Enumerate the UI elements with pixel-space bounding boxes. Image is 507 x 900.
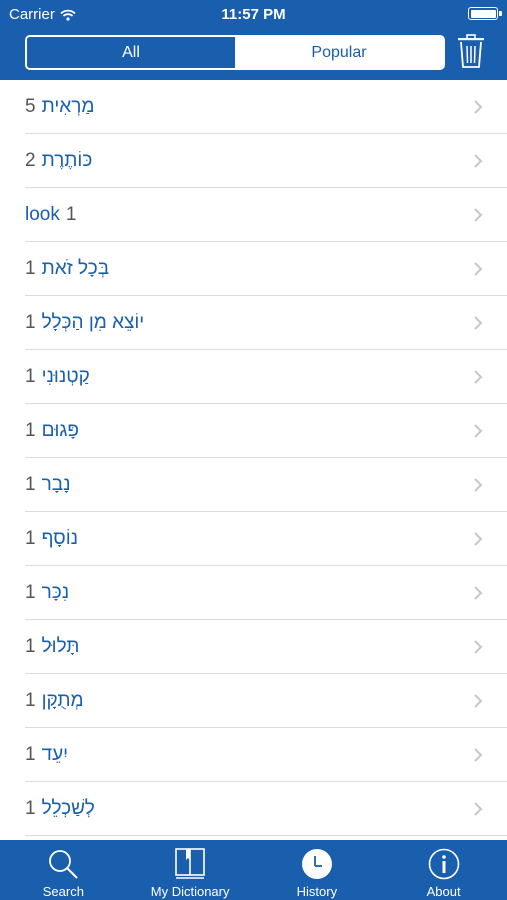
history-row[interactable]: 2 כּוֹתֶרֶת — [0, 134, 507, 188]
lookup-count: 1 — [25, 474, 36, 495]
chevron-right-icon — [474, 154, 483, 168]
trash-icon[interactable] — [456, 34, 486, 68]
lookup-count: 1 — [25, 312, 36, 333]
history-row[interactable]: 1 נָבָר — [0, 458, 507, 512]
tab-history-label: History — [296, 884, 338, 899]
info-icon — [428, 848, 459, 880]
chevron-right-icon — [474, 316, 483, 330]
chevron-right-icon — [474, 424, 483, 438]
lookup-count: 1 — [25, 798, 36, 819]
history-word: נִכָּר — [41, 582, 70, 603]
history-word: לְשַׁכְלֵל — [41, 798, 95, 819]
tab-search-label: Search — [42, 884, 84, 899]
clock-icon — [301, 849, 332, 879]
history-row[interactable]: 1 תָּלוּל — [0, 620, 507, 674]
history-row[interactable]: 5 מַרְאִית — [0, 80, 507, 134]
chevron-right-icon — [474, 478, 483, 492]
chevron-right-icon — [474, 370, 483, 384]
history-row[interactable]: 1 יִעֵד — [0, 728, 507, 782]
history-word: יוֹצֵא מִן הַכְּלָל — [41, 312, 145, 333]
battery-icon — [468, 7, 502, 20]
history-word: מַרְאִית — [41, 96, 95, 117]
tab-about[interactable]: About — [380, 840, 507, 900]
history-list: 5 מַרְאִית 2 כּוֹתֶרֶת look 1 1 בְּכָל זֹאת … — [0, 80, 507, 840]
history-row[interactable]: look 1 — [0, 188, 507, 242]
history-word: תָּלוּל — [41, 636, 80, 657]
search-icon — [49, 850, 79, 879]
history-row[interactable]: 1 פָּגוּם — [0, 404, 507, 458]
lookup-count: 1 — [25, 636, 36, 657]
navigation-header: Carrier 11:57 PM All Popular — [0, 0, 507, 80]
lookup-count: 5 — [25, 96, 36, 117]
tab-search[interactable]: Search — [0, 840, 127, 900]
history-row[interactable]: 1 מְתֻקָּן — [0, 674, 507, 728]
lookup-count: 1 — [25, 420, 36, 441]
history-row[interactable]: 1 בְּכָל זֹאת — [0, 242, 507, 296]
chevron-right-icon — [474, 208, 483, 222]
history-word: מְתֻקָּן — [41, 690, 84, 711]
history-word: look — [25, 204, 60, 225]
segment-popular[interactable]: Popular — [235, 37, 443, 68]
segment-all[interactable]: All — [27, 37, 235, 68]
tab-bar: Search My Dictionary History About — [0, 840, 507, 900]
book-icon — [175, 848, 205, 879]
chevron-right-icon — [474, 262, 483, 276]
tab-my-dictionary[interactable]: My Dictionary — [127, 840, 254, 900]
history-word: בְּכָל זֹאת — [41, 258, 110, 279]
history-word: נוֹסָף — [41, 528, 79, 549]
history-word: יִעֵד — [41, 744, 69, 765]
status-bar: Carrier 11:57 PM — [0, 0, 507, 28]
history-row[interactable]: 1 נִכָּר — [0, 566, 507, 620]
chevron-right-icon — [474, 586, 483, 600]
tab-my-dictionary-label: My Dictionary — [150, 884, 230, 899]
chevron-right-icon — [474, 802, 483, 816]
history-word: פָּגוּם — [41, 420, 80, 441]
tab-history[interactable]: History — [254, 840, 381, 900]
chevron-right-icon — [474, 532, 483, 546]
chevron-right-icon — [474, 640, 483, 654]
history-row[interactable]: 1 יוֹצֵא מִן הַכְּלָל — [0, 296, 507, 350]
history-row[interactable]: 1 קַטְנוּנִי — [0, 350, 507, 404]
lookup-count: 1 — [25, 366, 36, 387]
lookup-count: 1 — [25, 528, 36, 549]
chevron-right-icon — [474, 694, 483, 708]
history-word: קַטְנוּנִי — [41, 366, 90, 387]
lookup-count: 1 — [25, 582, 36, 603]
status-time: 11:57 PM — [221, 6, 286, 23]
tab-about-label: About — [426, 884, 461, 899]
history-word: נָבָר — [41, 474, 71, 495]
chevron-right-icon — [474, 100, 483, 114]
lookup-count: 1 — [25, 258, 36, 279]
lookup-count: 1 — [65, 204, 77, 225]
chevron-right-icon — [474, 748, 483, 762]
history-filter-segmented-control: All Popular — [25, 35, 445, 70]
lookup-count: 2 — [25, 150, 36, 171]
lookup-count: 1 — [25, 744, 36, 765]
history-row[interactable]: 1 נוֹסָף — [0, 512, 507, 566]
history-row[interactable]: 1 לְשַׁכְלֵל — [0, 782, 507, 836]
history-word: כּוֹתֶרֶת — [41, 150, 93, 171]
lookup-count: 1 — [25, 690, 36, 711]
